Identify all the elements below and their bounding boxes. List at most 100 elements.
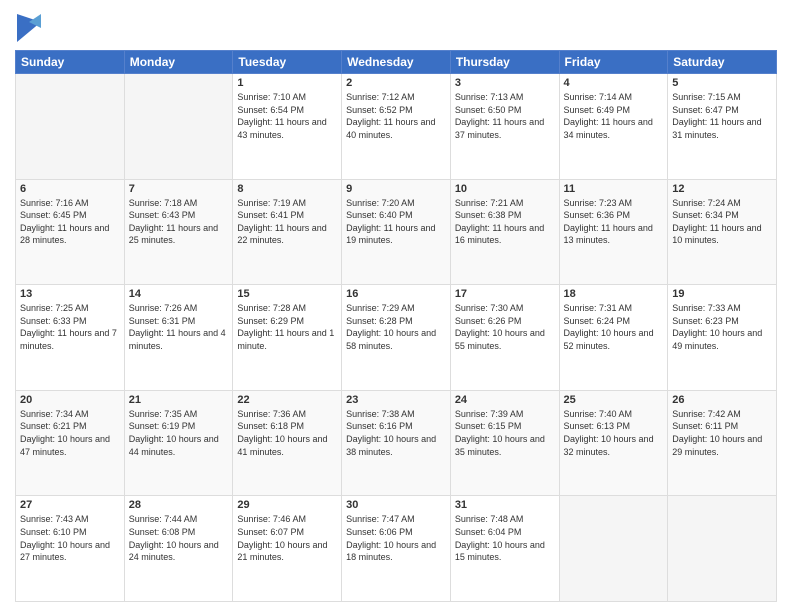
day-info: Sunrise: 7:40 AMSunset: 6:13 PMDaylight:… xyxy=(564,408,664,458)
calendar-week-4: 27Sunrise: 7:43 AMSunset: 6:10 PMDayligh… xyxy=(16,496,777,602)
calendar-cell: 9Sunrise: 7:20 AMSunset: 6:40 PMDaylight… xyxy=(342,179,451,285)
calendar-cell: 29 Sunrise: 7:46 AMSunset: 6:07 PMDayligh… xyxy=(233,496,342,602)
day-number: 2 xyxy=(346,77,446,89)
calendar-cell: 11 Sunrise: 7:23 AMSunset: 6:36 PMDayligh… xyxy=(559,179,668,285)
calendar-header-saturday: Saturday xyxy=(668,51,777,74)
day-number: 1 xyxy=(237,77,337,89)
day-info: Sunrise: 7:16 AMSunset: 6:45 PMDaylight:… xyxy=(20,197,120,247)
day-number: 21 xyxy=(129,394,229,406)
calendar-cell: 4Sunrise: 7:14 AMSunset: 6:49 PMDaylight… xyxy=(559,74,668,180)
calendar-cell: 19 Sunrise: 7:33 AMSunset: 6:23 PMDayligh… xyxy=(668,285,777,391)
day-info: Sunrise: 7:48 AMSunset: 6:04 PMDaylight:… xyxy=(455,513,555,563)
calendar-cell: 20Sunrise: 7:34 AMSunset: 6:21 PMDayligh… xyxy=(16,390,125,496)
day-info: Sunrise: 7:30 AMSunset: 6:26 PMDaylight:… xyxy=(455,302,555,352)
day-number: 25 xyxy=(564,394,664,406)
calendar-cell xyxy=(16,74,125,180)
day-number: 22 xyxy=(237,394,337,406)
calendar-header-monday: Monday xyxy=(124,51,233,74)
day-info: Sunrise: 7:29 AMSunset: 6:28 PMDaylight:… xyxy=(346,302,446,352)
calendar-cell: 8 Sunrise: 7:19 AMSunset: 6:41 PMDaylight… xyxy=(233,179,342,285)
day-number: 12 xyxy=(672,183,772,195)
day-number: 23 xyxy=(346,394,446,406)
day-info: Sunrise: 7:35 AMSunset: 6:19 PMDaylight:… xyxy=(129,408,229,458)
calendar-cell xyxy=(559,496,668,602)
day-info: Sunrise: 7:20 AMSunset: 6:40 PMDaylight:… xyxy=(346,197,446,247)
calendar-cell: 16Sunrise: 7:29 AMSunset: 6:28 PMDayligh… xyxy=(342,285,451,391)
day-number: 17 xyxy=(455,288,555,300)
day-info: Sunrise: 7:23 AMSunset: 6:36 PMDaylight:… xyxy=(564,197,664,247)
day-info: Sunrise: 7:28 AMSunset: 6:29 PMDaylight:… xyxy=(237,302,337,352)
day-info: Sunrise: 7:36 AMSunset: 6:18 PMDaylight:… xyxy=(237,408,337,458)
calendar-cell: 13 Sunrise: 7:25 AMSunset: 6:33 PMDayligh… xyxy=(16,285,125,391)
day-number: 30 xyxy=(346,499,446,511)
calendar-cell: 25 Sunrise: 7:40 AMSunset: 6:13 PMDayligh… xyxy=(559,390,668,496)
calendar-header-row: SundayMondayTuesdayWednesdayThursdayFrid… xyxy=(16,51,777,74)
day-info: Sunrise: 7:42 AMSunset: 6:11 PMDaylight:… xyxy=(672,408,772,458)
day-info: Sunrise: 7:19 AMSunset: 6:41 PMDaylight:… xyxy=(237,197,337,247)
calendar-week-2: 13 Sunrise: 7:25 AMSunset: 6:33 PMDayligh… xyxy=(16,285,777,391)
day-number: 15 xyxy=(237,288,337,300)
calendar-cell: 2 Sunrise: 7:12 AMSunset: 6:52 PMDaylight… xyxy=(342,74,451,180)
day-info: Sunrise: 7:38 AMSunset: 6:16 PMDaylight:… xyxy=(346,408,446,458)
day-number: 13 xyxy=(20,288,120,300)
day-number: 26 xyxy=(672,394,772,406)
calendar-cell: 28 Sunrise: 7:44 AMSunset: 6:08 PMDayligh… xyxy=(124,496,233,602)
day-number: 3 xyxy=(455,77,555,89)
header xyxy=(15,10,777,42)
day-number: 8 xyxy=(237,183,337,195)
day-info: Sunrise: 7:26 AMSunset: 6:31 PMDaylight:… xyxy=(129,302,229,352)
calendar-cell: 7 Sunrise: 7:18 AMSunset: 6:43 PMDaylight… xyxy=(124,179,233,285)
day-info: Sunrise: 7:44 AMSunset: 6:08 PMDaylight:… xyxy=(129,513,229,563)
calendar-header-thursday: Thursday xyxy=(450,51,559,74)
day-info: Sunrise: 7:13 AMSunset: 6:50 PMDaylight:… xyxy=(455,91,555,141)
calendar-cell: 26 Sunrise: 7:42 AMSunset: 6:11 PMDayligh… xyxy=(668,390,777,496)
day-info: Sunrise: 7:25 AMSunset: 6:33 PMDaylight:… xyxy=(20,302,120,352)
day-number: 24 xyxy=(455,394,555,406)
day-info: Sunrise: 7:21 AMSunset: 6:38 PMDaylight:… xyxy=(455,197,555,247)
day-info: Sunrise: 7:24 AMSunset: 6:34 PMDaylight:… xyxy=(672,197,772,247)
day-number: 14 xyxy=(129,288,229,300)
day-info: Sunrise: 7:34 AMSunset: 6:21 PMDaylight:… xyxy=(20,408,120,458)
day-info: Sunrise: 7:46 AMSunset: 6:07 PMDaylight:… xyxy=(237,513,337,563)
calendar-cell: 24 Sunrise: 7:39 AMSunset: 6:15 PMDayligh… xyxy=(450,390,559,496)
calendar-cell: 14 Sunrise: 7:26 AMSunset: 6:31 PMDayligh… xyxy=(124,285,233,391)
day-number: 19 xyxy=(672,288,772,300)
day-info: Sunrise: 7:18 AMSunset: 6:43 PMDaylight:… xyxy=(129,197,229,247)
day-number: 5 xyxy=(672,77,772,89)
calendar-cell: 3 Sunrise: 7:13 AMSunset: 6:50 PMDaylight… xyxy=(450,74,559,180)
calendar-cell: 6Sunrise: 7:16 AMSunset: 6:45 PMDaylight… xyxy=(16,179,125,285)
day-number: 28 xyxy=(129,499,229,511)
calendar-cell: 5 Sunrise: 7:15 AMSunset: 6:47 PMDaylight… xyxy=(668,74,777,180)
calendar-week-3: 20Sunrise: 7:34 AMSunset: 6:21 PMDayligh… xyxy=(16,390,777,496)
calendar-header-wednesday: Wednesday xyxy=(342,51,451,74)
calendar-cell: 17 Sunrise: 7:30 AMSunset: 6:26 PMDayligh… xyxy=(450,285,559,391)
day-number: 29 xyxy=(237,499,337,511)
calendar-cell: 31 Sunrise: 7:48 AMSunset: 6:04 PMDayligh… xyxy=(450,496,559,602)
day-number: 10 xyxy=(455,183,555,195)
calendar-header-sunday: Sunday xyxy=(16,51,125,74)
day-number: 18 xyxy=(564,288,664,300)
calendar-week-1: 6Sunrise: 7:16 AMSunset: 6:45 PMDaylight… xyxy=(16,179,777,285)
calendar-cell: 18Sunrise: 7:31 AMSunset: 6:24 PMDayligh… xyxy=(559,285,668,391)
calendar-cell: 27Sunrise: 7:43 AMSunset: 6:10 PMDayligh… xyxy=(16,496,125,602)
day-info: Sunrise: 7:12 AMSunset: 6:52 PMDaylight:… xyxy=(346,91,446,141)
day-number: 7 xyxy=(129,183,229,195)
calendar-header-tuesday: Tuesday xyxy=(233,51,342,74)
day-info: Sunrise: 7:33 AMSunset: 6:23 PMDaylight:… xyxy=(672,302,772,352)
calendar-header-friday: Friday xyxy=(559,51,668,74)
calendar-cell: 15 Sunrise: 7:28 AMSunset: 6:29 PMDayligh… xyxy=(233,285,342,391)
calendar-cell: 10 Sunrise: 7:21 AMSunset: 6:38 PMDayligh… xyxy=(450,179,559,285)
day-number: 31 xyxy=(455,499,555,511)
day-info: Sunrise: 7:39 AMSunset: 6:15 PMDaylight:… xyxy=(455,408,555,458)
calendar-cell: 30Sunrise: 7:47 AMSunset: 6:06 PMDayligh… xyxy=(342,496,451,602)
calendar-cell xyxy=(124,74,233,180)
calendar-cell: 23 Sunrise: 7:38 AMSunset: 6:16 PMDayligh… xyxy=(342,390,451,496)
calendar-table: SundayMondayTuesdayWednesdayThursdayFrid… xyxy=(15,50,777,602)
day-number: 11 xyxy=(564,183,664,195)
calendar-cell xyxy=(668,496,777,602)
calendar-cell: 1Sunrise: 7:10 AMSunset: 6:54 PMDaylight… xyxy=(233,74,342,180)
day-info: Sunrise: 7:15 AMSunset: 6:47 PMDaylight:… xyxy=(672,91,772,141)
logo xyxy=(15,14,46,42)
calendar-week-0: 1Sunrise: 7:10 AMSunset: 6:54 PMDaylight… xyxy=(16,74,777,180)
page: SundayMondayTuesdayWednesdayThursdayFrid… xyxy=(0,0,792,612)
